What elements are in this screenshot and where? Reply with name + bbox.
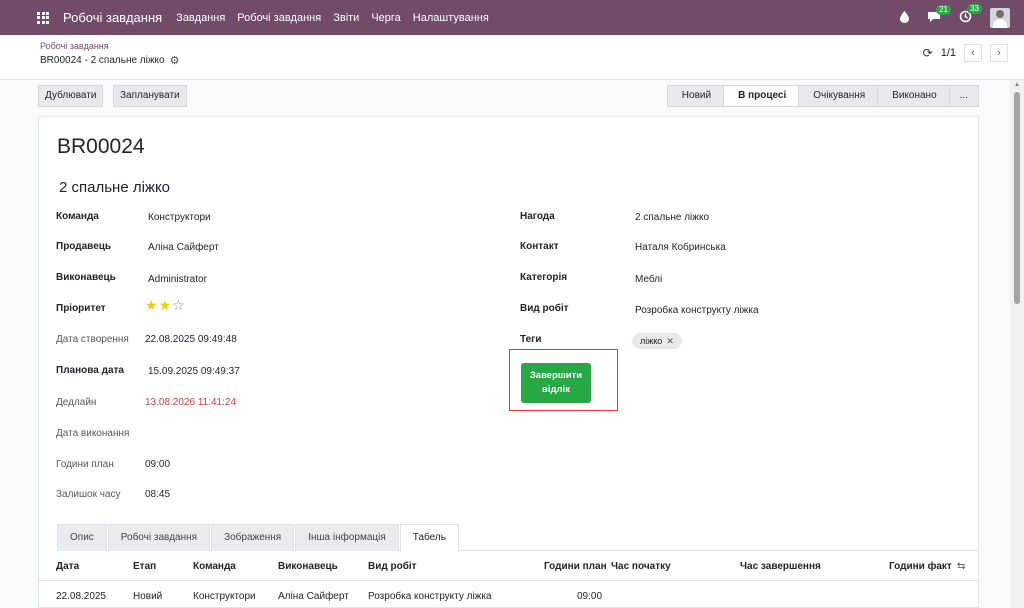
tab-description[interactable]: Опис [57, 524, 107, 551]
col-date[interactable]: Дата [56, 561, 79, 572]
created-label: Дата створення [56, 334, 129, 345]
tag-chip-label: ліжко [640, 336, 663, 346]
tab-work-tasks[interactable]: Робочі завдання [107, 524, 211, 551]
contact-field[interactable]: Наталя Кобринська [635, 242, 726, 253]
row-work-type: Розробка конструкту ліжка [368, 591, 492, 602]
schedule-button[interactable]: Запланувати [113, 85, 187, 107]
remove-tag-icon[interactable]: ✕ [666, 333, 674, 349]
stage-new[interactable]: Новий [666, 85, 725, 107]
tab-images[interactable]: Зображення [211, 524, 295, 551]
team-label: Команда [56, 211, 99, 222]
col-start-time[interactable]: Час початку [611, 561, 671, 572]
deadline-field[interactable]: 13.08.2026 11:41:24 [145, 397, 236, 408]
menu-item-tasks[interactable]: Завдання [176, 12, 225, 24]
top-navbar: Робочі завдання Завдання Робочі завдання… [0, 0, 1024, 35]
menu-item-work-tasks[interactable]: Робочі завдання [237, 12, 321, 24]
pager: ⟳ 1/1 ‹ › [923, 44, 1008, 62]
tags-label: Теги [520, 334, 542, 345]
planned-date-label: Планова дата [56, 365, 124, 376]
col-hours-plan[interactable]: Години план [544, 561, 607, 572]
stage-in-progress[interactable]: В процесі [723, 85, 800, 107]
priority-label: Пріоритет [56, 303, 106, 314]
pager-value[interactable]: 1/1 [941, 47, 956, 59]
hours-plan-field[interactable]: 09:00 [145, 459, 170, 470]
hours-left-label: Залишок часу [56, 489, 121, 500]
priority-star-3-icon[interactable]: ☆ [172, 297, 186, 313]
table-header: Дата Етап Команда Виконавець Вид робіт Г… [38, 555, 979, 581]
category-field[interactable]: Меблі [635, 274, 662, 285]
form-sheet: BR00024 2 спальне ліжко Команда Конструк… [38, 116, 979, 608]
scroll-up-icon[interactable]: ▲ [1014, 82, 1020, 88]
work-type-label: Вид робіт [520, 303, 569, 314]
refresh-icon[interactable]: ⟳ [923, 46, 933, 60]
executor-field[interactable]: Administrator [148, 274, 207, 285]
work-type-field[interactable]: Розробка конструкту ліжка [635, 305, 759, 316]
duplicate-button[interactable]: Дублювати [38, 85, 104, 107]
opportunity-label: Нагода [520, 211, 555, 222]
apps-menu-icon[interactable] [37, 11, 49, 24]
action-bar: Дублювати Запланувати Новий В процесі Оч… [0, 80, 1024, 112]
app-name[interactable]: Робочі завдання [63, 10, 162, 25]
breadcrumb-current: BR00024 - 2 спальне ліжко ⚙ [40, 54, 179, 67]
col-team[interactable]: Команда [193, 561, 236, 572]
gear-icon[interactable]: ⚙ [170, 54, 180, 67]
tab-other-info[interactable]: Інша інформація [295, 524, 399, 551]
row-stage: Новий [133, 591, 163, 602]
scrollbar-thumb[interactable] [1014, 92, 1020, 304]
tag-chip: ліжко ✕ [632, 333, 682, 349]
stage-done[interactable]: Виконано [877, 85, 950, 107]
done-date-label: Дата виконання [56, 428, 130, 439]
breadcrumb-parent[interactable]: Робочі завдання [40, 41, 109, 51]
record-name[interactable]: 2 спальне ліжко [59, 179, 170, 196]
column-settings-icon[interactable]: ⇆ [957, 561, 965, 572]
previous-record-button[interactable]: ‹ [964, 44, 982, 62]
hours-plan-label: Години план [56, 459, 114, 470]
col-work-type[interactable]: Вид робіт [368, 561, 417, 572]
priority-star-1-icon[interactable]: ★ [145, 297, 159, 313]
stage-more-button[interactable]: ... [948, 85, 979, 107]
record-code: BR00024 [57, 135, 145, 158]
hours-left-value: 08:45 [145, 489, 171, 500]
opportunity-field[interactable]: 2 спальне ліжко [635, 212, 709, 223]
team-field[interactable]: Конструктори [148, 212, 211, 223]
deadline-label: Дедлайн [56, 397, 97, 408]
col-hours-fact[interactable]: Години факт [889, 561, 952, 572]
col-stage[interactable]: Етап [133, 561, 156, 572]
tab-timesheet[interactable]: Табель [399, 524, 459, 552]
menu-item-reports[interactable]: Звіти [333, 12, 359, 24]
col-end-time[interactable]: Час завершення [740, 561, 821, 572]
next-record-button[interactable]: › [990, 44, 1008, 62]
breadcrumb-current-label: BR00024 - 2 спальне ліжко [40, 55, 165, 66]
priority-stars[interactable]: ★★☆ [145, 297, 186, 314]
seller-label: Продавець [56, 241, 112, 252]
row-date: 22.08.2025 [56, 591, 107, 602]
control-panel: Робочі завдання BR00024 - 2 спальне ліжк… [0, 35, 1024, 80]
row-team: Конструктори [193, 591, 256, 602]
col-executor[interactable]: Виконавець [278, 561, 338, 572]
vertical-scrollbar[interactable]: ▲ [1010, 80, 1024, 608]
activities-badge: 33 [967, 4, 982, 14]
stage-statusbar: Новий В процесі Очікування Виконано ... [666, 85, 979, 107]
messages-icon[interactable]: 21 [927, 4, 951, 25]
notebook-tabs: Опис Робочі завдання Зображення Інша інф… [57, 524, 979, 552]
finish-timer-button[interactable]: Завершити відлік [521, 363, 591, 403]
menu-item-settings[interactable]: Налаштування [413, 12, 489, 24]
planned-date-field[interactable]: 15.09.2025 09:49:37 [148, 366, 240, 377]
seller-field[interactable]: Аліна Сайферт [148, 242, 219, 253]
messages-badge: 21 [936, 4, 951, 15]
contact-label: Контакт [520, 241, 559, 252]
stage-waiting[interactable]: Очікування [798, 85, 879, 107]
row-executor: Аліна Сайферт [278, 591, 349, 602]
row-hours-plan: 09:00 [577, 591, 603, 602]
menu-item-queue[interactable]: Черга [371, 12, 400, 24]
created-value: 22.08.2025 09:49:48 [145, 334, 237, 345]
category-label: Категорія [520, 272, 568, 283]
user-avatar[interactable] [990, 7, 1010, 28]
executor-label: Виконавець [56, 272, 116, 283]
drop-icon[interactable] [900, 10, 909, 25]
activity-clock-icon[interactable]: 33 [959, 4, 982, 25]
priority-star-2-icon[interactable]: ★ [159, 297, 173, 313]
